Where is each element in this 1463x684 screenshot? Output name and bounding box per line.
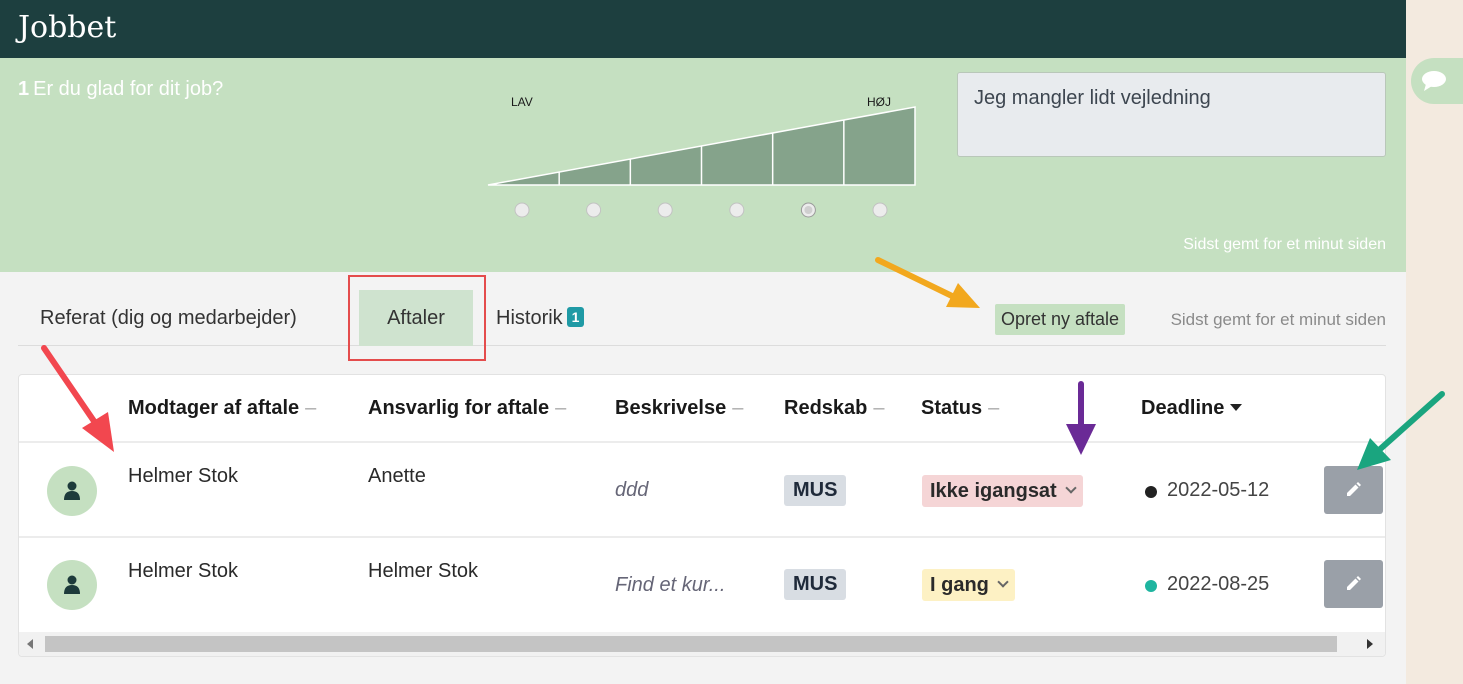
recipient-cell: Helmer Stok [128,465,239,487]
chat-button[interactable] [1406,58,1463,104]
question-section: 1 Er du glad for dit job? LAV HØJ Jeg man… [0,58,1406,272]
user-icon [64,575,80,594]
tab-historik[interactable]: Historik 1 [496,290,585,346]
status-dropdown[interactable]: Ikke igangsat [922,475,1083,507]
deadline-dot-icon [1145,580,1157,592]
avatar [47,560,97,610]
scrollbar-thumb[interactable] [45,636,1337,652]
sort-dash-icon: – [873,397,885,419]
avatar [47,466,97,516]
status-label: I gang [930,574,989,596]
pencil-icon [1347,482,1361,496]
tab-historik-label: Historik [496,307,563,329]
edit-button[interactable] [1324,560,1383,608]
sort-caret-down-icon [1230,404,1243,411]
historik-count-badge: 1 [566,307,585,327]
scale-radio-selected-dot [804,206,813,214]
column-header-responsible[interactable]: Ansvarlig for aftale – [368,397,566,420]
user-icon [64,481,80,500]
page-header: Jobbet [0,0,1406,58]
chevron-down-icon [1065,482,1077,494]
recipient-cell: Helmer Stok [128,560,239,582]
responsible-cell: Helmer Stok [368,560,479,582]
description-cell: ddd [615,479,649,501]
sort-dash-icon: – [555,397,567,419]
agreements-saved-status: Sidst gemt for et minut siden [1170,310,1386,329]
sort-dash-icon: – [305,397,317,419]
chat-bubble-icon [1422,71,1446,91]
header-divider [19,441,1385,443]
create-agreement-button[interactable]: Opret ny aftale [995,304,1126,335]
pencil-icon [1347,576,1361,590]
tab-referat[interactable]: Referat (dig og medarbejder) [40,290,297,346]
rating-scale[interactable] [480,98,925,223]
column-header-deadline[interactable]: Deadline [1141,397,1243,420]
question-number: 1 [18,78,30,100]
scale-radio-4[interactable] [729,202,745,218]
question-label: 1 Er du glad for dit job? [18,78,223,101]
sort-dash-icon: – [732,397,744,419]
agreements-table: Modtager af aftale – Ansvarlig for aftale… [18,374,1386,657]
tab-bar: Referat (dig og medarbejder) Aftaler His… [18,275,1386,361]
horizontal-scrollbar[interactable] [19,632,1385,656]
main-panel: Jobbet 1 Er du glad for dit job? LAV HØJ … [0,0,1406,684]
scale-radio-3[interactable] [657,202,673,218]
status-label: Ikke igangsat [930,480,1057,502]
deadline-cell: 2022-05-12 [1167,479,1270,501]
scale-radio-2[interactable] [586,202,602,218]
description-cell: Find et kur... [615,574,726,596]
column-header-description[interactable]: Beskrivelse – [615,397,743,420]
answer-textarea[interactable]: Jeg mangler lidt vejledning [957,72,1386,157]
question-text: Er du glad for dit job? [33,78,224,100]
status-dropdown[interactable]: I gang [922,569,1015,601]
deadline-cell: 2022-08-25 [1167,573,1270,595]
scroll-right-arrow-icon[interactable] [1367,639,1373,649]
sort-dash-icon: – [988,397,1000,419]
responsible-cell: Anette [368,465,426,487]
tool-tag: MUS [784,475,847,506]
row-divider [19,536,1385,538]
scroll-left-arrow-icon[interactable] [27,639,33,649]
question-saved-status: Sidst gemt for et minut siden [1183,236,1386,253]
scale-radio-1[interactable] [514,202,530,218]
scale-radio-6[interactable] [872,202,888,218]
column-header-recipient[interactable]: Modtager af aftale – [128,397,316,420]
tool-tag: MUS [784,569,847,600]
deadline-dot-icon [1145,486,1157,498]
page-title: Jobbet [18,10,117,45]
tab-aftaler[interactable]: Aftaler [359,290,473,346]
column-header-status[interactable]: Status – [921,397,999,420]
column-header-tool[interactable]: Redskab – [784,397,885,420]
chevron-down-icon [997,576,1009,588]
edit-button[interactable] [1324,466,1383,514]
